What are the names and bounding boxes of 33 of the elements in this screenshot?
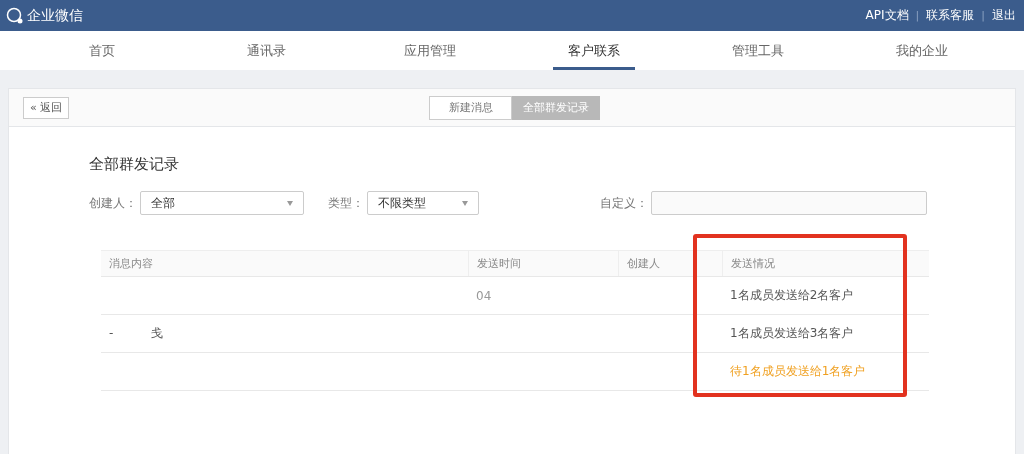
- type-select[interactable]: 不限类型: [367, 191, 479, 215]
- column-header: 发送情况: [722, 251, 929, 276]
- nav-tab[interactable]: 通讯录: [184, 31, 348, 70]
- table-cell-text: - 戋: [108, 325, 165, 342]
- column-header: 发送时间: [468, 251, 618, 276]
- caret-icon: [287, 200, 293, 206]
- table-cell-text: 04: [475, 287, 493, 305]
- filter-label: 创建人：: [89, 194, 137, 212]
- page-heading: 全部群发记录: [89, 155, 180, 174]
- header-link[interactable]: 退出: [992, 7, 1016, 24]
- table-cell-text: 待1名成员发送给1名客户: [729, 363, 867, 380]
- view-toggle-button[interactable]: 新建消息: [429, 95, 512, 120]
- header-link[interactable]: 联系客服: [926, 7, 975, 24]
- caret-icon: [462, 200, 468, 206]
- table-cell-text: 1名成员发送给3名客户: [729, 325, 855, 342]
- chat-bubble-icon: [6, 6, 24, 25]
- link-separator: |: [915, 9, 920, 22]
- back-button[interactable]: « 返回: [23, 96, 70, 119]
- table-cell-text: 1名成员发送给2名客户: [729, 287, 855, 304]
- nav-tab[interactable]: 我的企业: [840, 31, 1004, 70]
- column-header: 消息内容: [108, 256, 154, 272]
- filter-label: 自定义：: [600, 194, 648, 212]
- custom-field[interactable]: [651, 191, 927, 215]
- link-separator: |: [981, 9, 985, 22]
- nav-tab[interactable]: 客户联系: [512, 31, 676, 70]
- header-link[interactable]: API文档: [865, 7, 909, 24]
- nav-tab[interactable]: 应用管理: [348, 31, 512, 70]
- filter-label: 类型：: [328, 194, 364, 212]
- nav-tab[interactable]: 管理工具: [676, 31, 840, 70]
- nav-tab[interactable]: 首页: [20, 31, 184, 70]
- app-title: 企业微信: [27, 6, 83, 25]
- creator-select[interactable]: 全部: [140, 191, 304, 215]
- column-header: 创建人: [618, 251, 722, 276]
